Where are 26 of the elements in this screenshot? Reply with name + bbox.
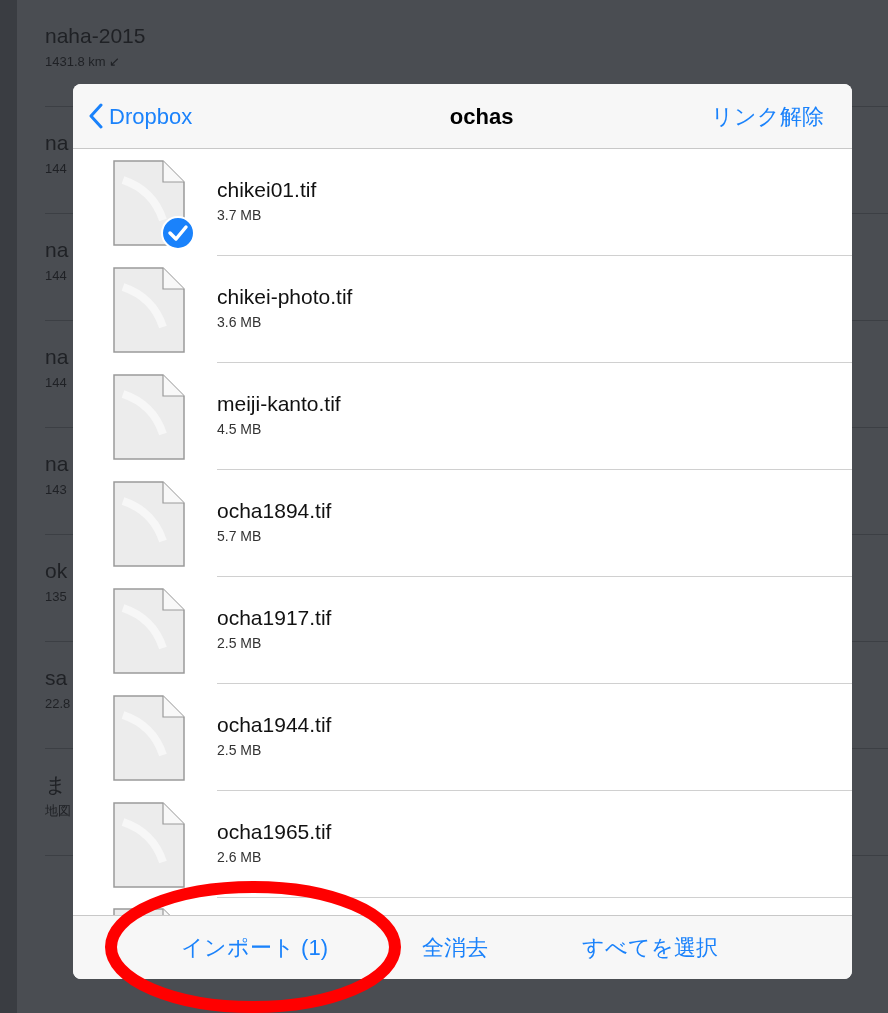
toolbar-button[interactable]: インポート (1) [181, 931, 328, 964]
file-size: 4.5 MB [217, 420, 262, 440]
file-name: ocha1917.tif [217, 604, 332, 631]
document-icon [113, 266, 185, 353]
file-name: chikei01.tif [217, 176, 317, 203]
file-size: 5.7 MB [217, 527, 262, 547]
chevron-left-icon [89, 103, 103, 129]
file-name: ocha1944.tif [217, 711, 332, 738]
document-icon [113, 587, 185, 674]
document-icon [113, 373, 185, 460]
file-name: ocha1965.tif [217, 818, 332, 845]
document-icon [113, 694, 185, 781]
file-size: 2.5 MB [217, 634, 262, 654]
file-name: chikei-photo.tif [217, 283, 353, 310]
file-name: ocha1894.tif [217, 497, 332, 524]
document-icon [113, 801, 185, 888]
unlink-button[interactable]: リンク解除 [711, 99, 836, 133]
folder-title: ochas [449, 102, 514, 131]
document-icon [113, 480, 185, 567]
file-size: 2.6 MB [217, 848, 262, 868]
file-size: 2.5 MB [217, 741, 262, 761]
file-size: 3.7 MB [217, 206, 262, 226]
file-name: meiji-kanto.tif [217, 390, 341, 417]
file-size: 3.6 MB [217, 313, 262, 333]
document-icon [113, 159, 185, 246]
toolbar-button[interactable]: すべてを選択 [582, 931, 718, 964]
